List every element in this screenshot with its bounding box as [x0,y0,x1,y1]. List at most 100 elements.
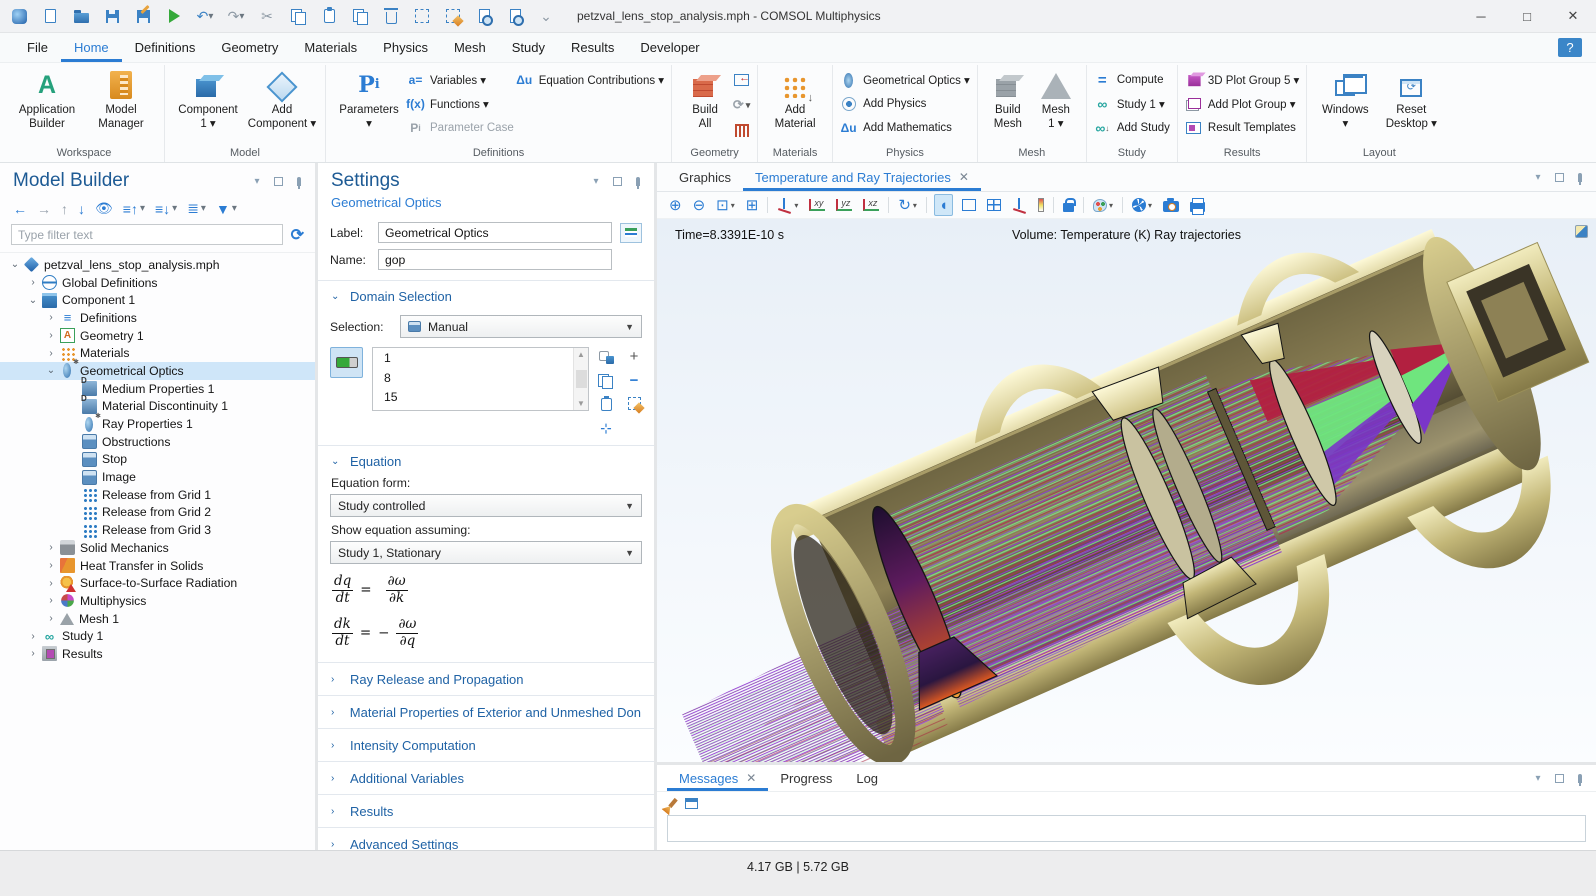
section-results[interactable]: ›Results [318,794,654,827]
tab-progress[interactable]: Progress [768,765,844,791]
panel-float-icon[interactable] [1553,171,1565,183]
reset-desktop-button[interactable]: ⟳ Reset Desktop ▾ [1378,65,1444,131]
close-tab-icon[interactable]: ✕ [746,771,756,785]
run-icon[interactable] [165,7,183,25]
messages-output[interactable] [667,815,1586,842]
pin-icon[interactable] [1574,171,1586,183]
section-intensity-computation[interactable]: ›Intensity Computation [318,728,654,761]
rename-icon[interactable] [620,223,642,243]
windows-button[interactable]: Windows ▾ [1314,65,1376,131]
copy-selection-icon[interactable] [598,373,614,388]
parameters-button[interactable]: Pi Parameters ▾ [333,65,405,131]
section-advanced-settings[interactable]: ›Advanced Settings [318,827,654,850]
study-1-button[interactable]: ∞ Study 1 ▾ [1094,96,1170,112]
move-down-icon[interactable]: ↓ [78,201,85,217]
chevron-right-icon[interactable]: › [44,348,58,359]
duplicate-icon[interactable] [351,7,369,25]
view-xz-icon[interactable]: xz [861,194,881,216]
chevron-right-icon[interactable]: › [44,595,58,606]
list-scrollbar[interactable]: ▲ ▼ [573,348,588,410]
find-icon[interactable] [475,7,493,25]
tree-item-component-1[interactable]: ⌄Component 1 [0,291,315,309]
chevron-down-icon[interactable]: ⌄ [8,259,22,270]
selection-toggle-button[interactable] [330,347,363,378]
tree-item-surface-radiation[interactable]: ›Surface-to-Surface Radiation [0,574,315,592]
add-mathematics-button[interactable]: Δu Add Mathematics [840,120,970,136]
pin-icon[interactable] [632,175,644,187]
chevron-right-icon[interactable]: › [44,578,58,589]
panel-menu-icon[interactable]: ▾ [1532,171,1544,183]
tree-item-multiphysics[interactable]: ›Multiphysics [0,592,315,610]
color-legend-icon[interactable] [1036,194,1046,216]
panel-float-icon[interactable] [611,175,623,187]
section-domain-selection[interactable]: ⌄ Domain Selection [318,281,654,311]
zoom-box-icon[interactable]: ⊡▾ [714,194,737,216]
plot-group-dropdown[interactable]: 3D Plot Group 5 ▾ [1185,72,1299,88]
view-indicator-icon[interactable] [1575,225,1588,238]
tree-item-medium-properties[interactable]: Medium Properties 1 [0,380,315,398]
show-icon[interactable]: 👁 [95,200,113,217]
zoom-to-selection-icon[interactable]: ⊹ [598,421,614,436]
show-equation-dropdown[interactable]: Study 1, Stationary ▼ [330,541,642,564]
panel-float-icon[interactable] [1553,772,1565,784]
copy-icon[interactable] [289,7,307,25]
chevron-down-icon[interactable]: ⌄ [44,365,58,376]
model-manager-button[interactable]: Model Manager [85,65,157,131]
remove-selection-icon[interactable]: − [626,373,642,388]
tree-item-definitions[interactable]: ›≡Definitions [0,309,315,327]
scene-light-icon[interactable]: ◖ [934,194,953,216]
maximize-button[interactable]: □ [1504,0,1550,32]
add-physics-button[interactable]: Add Physics [840,96,970,112]
message-window-icon[interactable] [685,798,698,809]
equation-form-dropdown[interactable]: Study controlled ▼ [330,494,642,517]
undo-icon[interactable]: ↶▾ [196,7,214,25]
menu-physics[interactable]: Physics [370,33,441,62]
menu-definitions[interactable]: Definitions [122,33,209,62]
show-grid-icon[interactable] [985,194,1003,216]
tree-item-mesh-1[interactable]: ›Mesh 1 [0,610,315,628]
back-icon[interactable]: ← [13,201,27,217]
scroll-up-icon[interactable]: ▲ [577,350,585,359]
customize-toolbar-icon[interactable]: ⌄ [537,7,555,25]
color-theme-icon[interactable]: ▾ [1091,194,1115,216]
tree-item-material-discontinuity[interactable]: Material Discontinuity 1 [0,398,315,416]
chevron-right-icon[interactable]: › [44,613,58,624]
tab-graphics[interactable]: Graphics [667,163,743,191]
rotate-view-icon[interactable]: ↻▾ [896,194,919,216]
add-component-button[interactable]: Add Component ▾ [246,65,318,131]
menu-materials[interactable]: Materials [291,33,370,62]
build-mesh-button[interactable]: Build Mesh [985,65,1031,131]
chevron-right-icon[interactable]: › [44,330,58,341]
save-icon[interactable] [103,7,121,25]
clear-selection-icon[interactable] [444,7,462,25]
scroll-down-icon[interactable]: ▼ [577,399,585,408]
import-geometry-icon[interactable] [733,72,750,88]
selection-list-item[interactable]: 8 [384,369,573,389]
new-file-icon[interactable] [41,7,59,25]
chevron-right-icon[interactable]: › [26,277,40,288]
model-tree-nodes-icon[interactable]: ≣▾ [187,200,206,217]
add-material-button[interactable]: Add Material [765,65,825,131]
build-all-button[interactable]: Build All [679,65,731,131]
tree-item-solid-mechanics[interactable]: ›Solid Mechanics [0,539,315,557]
move-up-icon[interactable]: ↑ [61,201,68,217]
print-icon[interactable] [1188,194,1207,216]
close-button[interactable]: ✕ [1550,0,1596,32]
tree-item-release-from-grid-2[interactable]: Release from Grid 2 [0,504,315,522]
section-material-properties[interactable]: ›Material Properties of Exterior and Unm… [318,695,654,728]
collapse-all-icon[interactable]: ≡↓▾ [155,201,177,217]
tree-item-geometry-1[interactable]: ›AGeometry 1 [0,327,315,345]
zoom-in-icon[interactable]: ⊕ [667,194,684,216]
tree-item-obstructions[interactable]: Obstructions [0,433,315,451]
tree-item-release-from-grid-3[interactable]: Release from Grid 3 [0,521,315,539]
tab-messages[interactable]: Messages ✕ [667,765,768,791]
scroll-thumb[interactable] [576,370,587,388]
chevron-right-icon[interactable]: › [44,542,58,553]
tree-item-root[interactable]: ⌄petzval_lens_stop_analysis.mph [0,256,315,274]
tab-log[interactable]: Log [844,765,890,791]
chevron-right-icon[interactable]: › [44,560,58,571]
scene-settings-icon[interactable]: ▾ [1130,194,1154,216]
parameter-case-button[interactable]: Pi Parameter Case [407,120,514,136]
zoom-extents-icon[interactable]: ⊞ [744,194,761,216]
chevron-right-icon[interactable]: › [26,648,40,659]
